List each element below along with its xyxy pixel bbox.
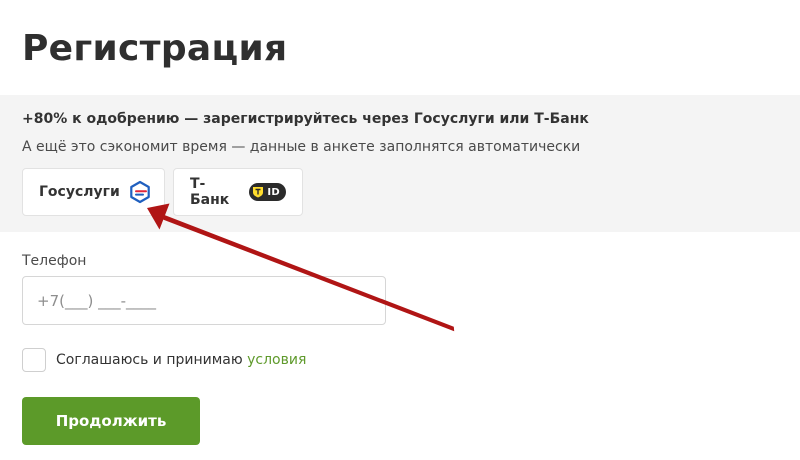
phone-input[interactable]	[22, 276, 386, 325]
tbank-id-icon: ID	[249, 183, 286, 201]
continue-button[interactable]: Продолжить	[22, 397, 200, 445]
agree-text-main: Соглашаюсь и принимаю	[56, 352, 248, 368]
gosuslugi-logo-icon	[128, 180, 152, 204]
terms-link[interactable]: условия	[247, 352, 306, 368]
registration-page: Регистрация +80% к одобрению — зарегистр…	[0, 0, 800, 460]
agree-text: Соглашаюсь и принимаю условия	[56, 352, 306, 368]
promo-subtitle: А ещё это сэкономит время — данные в анк…	[22, 139, 581, 155]
tbank-id-badge-text: ID	[267, 186, 280, 198]
gosuslugi-label: Госуслуги	[39, 184, 120, 200]
promo-banner: +80% к одобрению — зарегистрируйтесь чер…	[0, 95, 800, 232]
phone-label: Телефон	[22, 253, 87, 269]
tbank-button[interactable]: Т-Банк ID	[173, 168, 303, 216]
tbank-label: Т-Банк	[190, 176, 230, 208]
promo-headline: +80% к одобрению — зарегистрируйтесь чер…	[22, 111, 589, 127]
gosuslugi-button[interactable]: Госуслуги	[22, 168, 165, 216]
agree-checkbox[interactable]	[22, 348, 46, 372]
page-title: Регистрация	[22, 28, 288, 69]
agreement-row: Соглашаюсь и принимаю условия	[22, 348, 306, 372]
tbank-shield-icon	[253, 187, 264, 198]
